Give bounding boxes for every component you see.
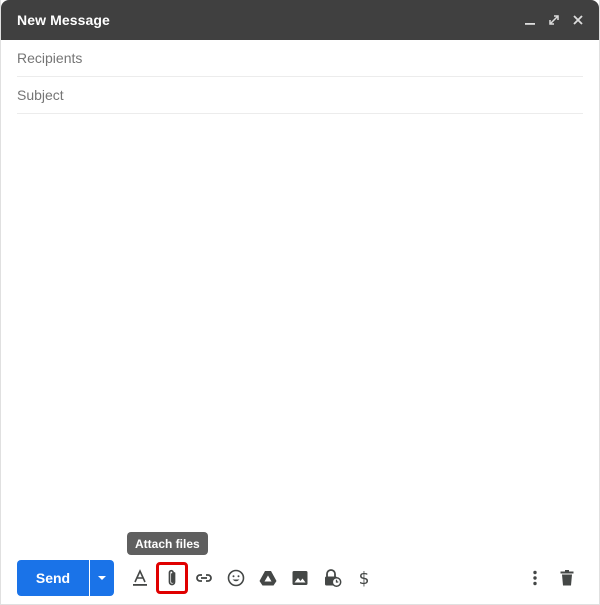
- close-icon[interactable]: [569, 11, 587, 29]
- compose-toolbar: Send $: [17, 560, 583, 596]
- expand-icon[interactable]: [545, 11, 563, 29]
- dollar-icon[interactable]: $: [348, 562, 380, 594]
- formatting-tools: $: [124, 562, 380, 594]
- attach-icon[interactable]: [156, 562, 188, 594]
- image-icon[interactable]: [284, 562, 316, 594]
- text-format-icon[interactable]: [124, 562, 156, 594]
- dropdown-arrow-icon: [97, 573, 107, 583]
- send-button[interactable]: Send: [17, 560, 89, 596]
- attach-files-tooltip: Attach files: [127, 532, 208, 555]
- confidential-mode-icon[interactable]: [316, 562, 348, 594]
- compose-window: New Message Attach files Send: [0, 0, 600, 605]
- link-icon[interactable]: [188, 562, 220, 594]
- send-options-button[interactable]: [90, 560, 114, 596]
- right-tools: [519, 562, 583, 594]
- subject-input[interactable]: [17, 87, 583, 103]
- message-body[interactable]: [17, 116, 583, 534]
- window-title: New Message: [17, 12, 110, 28]
- compose-title-bar[interactable]: New Message: [1, 0, 599, 40]
- svg-text:$: $: [359, 569, 370, 588]
- trash-icon[interactable]: [551, 562, 583, 594]
- minimize-icon[interactable]: [521, 11, 539, 29]
- emoji-icon[interactable]: [220, 562, 252, 594]
- recipients-row: [17, 40, 583, 77]
- window-controls: [521, 11, 587, 29]
- more-options-icon[interactable]: [519, 562, 551, 594]
- send-group: Send: [17, 560, 114, 596]
- subject-row: [17, 77, 583, 114]
- drive-icon[interactable]: [252, 562, 284, 594]
- recipients-input[interactable]: [17, 50, 583, 66]
